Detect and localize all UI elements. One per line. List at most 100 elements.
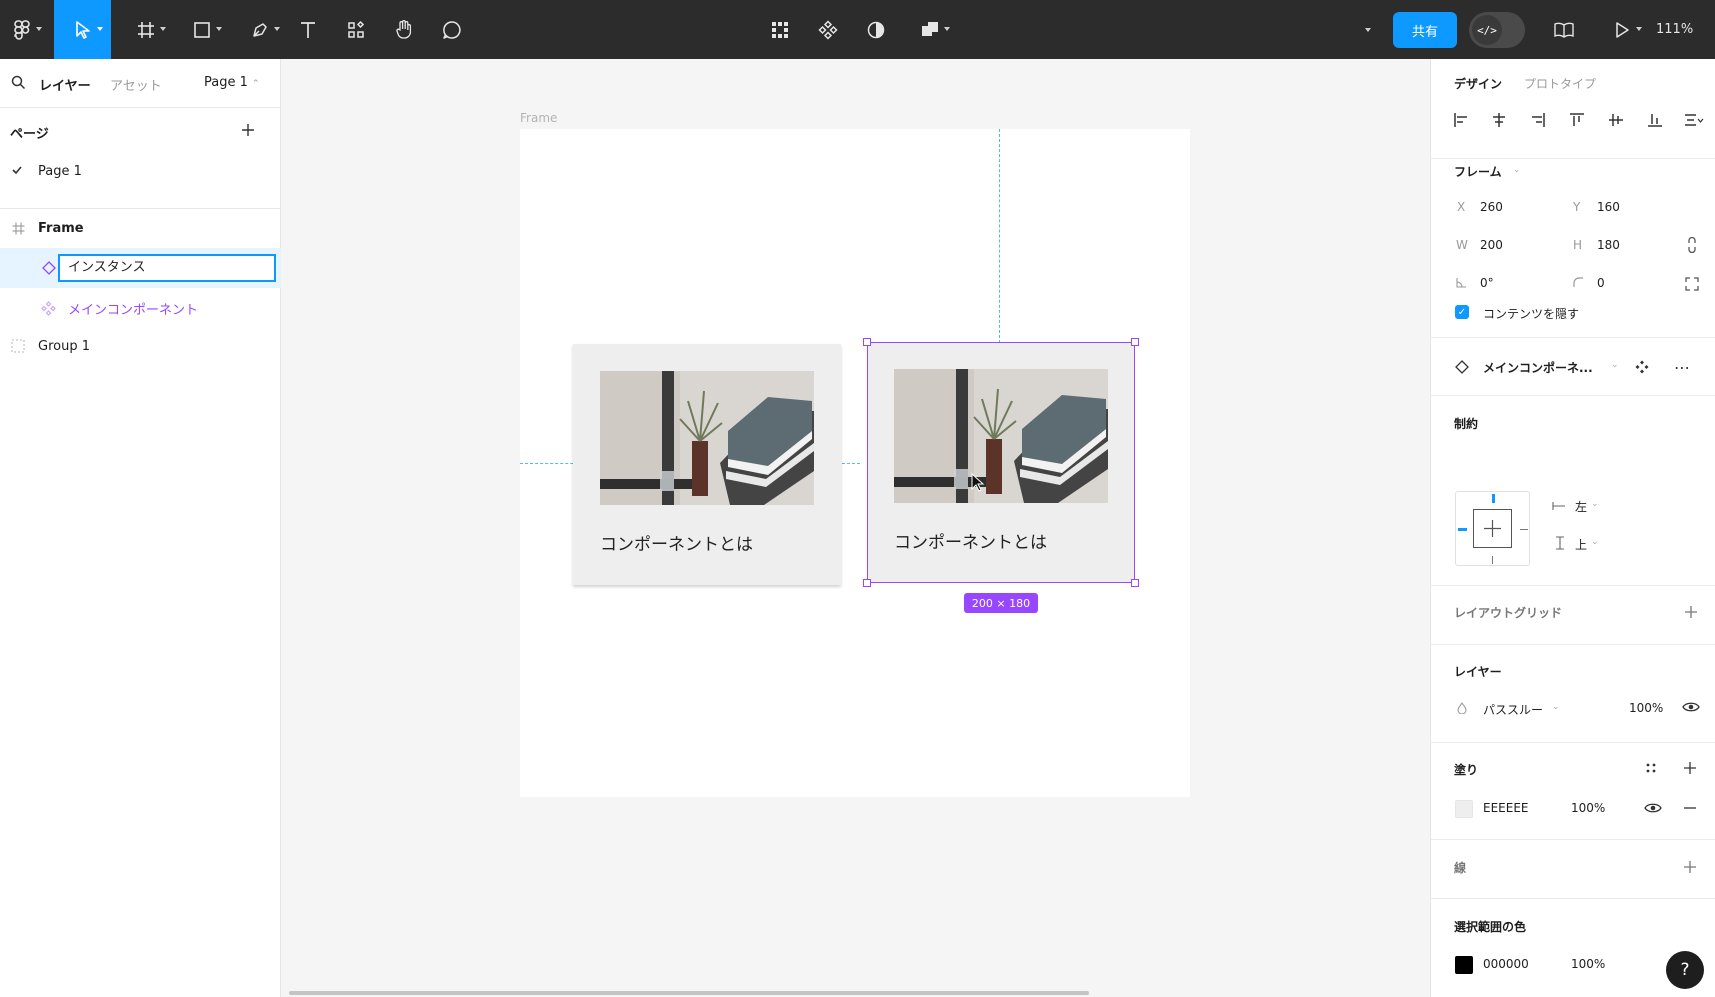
fill-opacity-input[interactable]: 100% bbox=[1571, 801, 1605, 815]
share-button[interactable]: 共有 bbox=[1393, 12, 1457, 48]
corner-radius-input[interactable]: 0 bbox=[1597, 276, 1605, 290]
layer-item-frame[interactable]: Frame bbox=[0, 209, 281, 247]
align-horizontal-center-icon[interactable] bbox=[1485, 105, 1513, 135]
main-menu-button[interactable] bbox=[0, 0, 44, 59]
independent-corners-icon[interactable] bbox=[1684, 275, 1700, 293]
zoom-level[interactable]: 111% bbox=[1656, 0, 1693, 59]
height-input[interactable]: 180 bbox=[1597, 238, 1620, 252]
horizontal-constraint-icon bbox=[1552, 500, 1566, 515]
page-item-page-1[interactable]: Page 1 bbox=[0, 152, 281, 190]
eye-icon[interactable] bbox=[1681, 699, 1701, 715]
move-tool-button[interactable] bbox=[54, 0, 111, 59]
y-label: Y bbox=[1573, 200, 1581, 214]
layer-opacity-input[interactable]: 100% bbox=[1629, 701, 1663, 715]
mouse-cursor-icon bbox=[971, 472, 985, 497]
fill-color-swatch[interactable] bbox=[1455, 800, 1473, 818]
grid-view-button[interactable] bbox=[764, 0, 796, 59]
horizontal-constraint-select[interactable]: 左 bbox=[1575, 498, 1587, 515]
comment-tool-button[interactable] bbox=[436, 0, 468, 59]
selection-color-opacity[interactable]: 100% bbox=[1571, 957, 1605, 971]
resources-button[interactable] bbox=[340, 0, 372, 59]
clip-content-checkbox[interactable]: ✓ bbox=[1455, 305, 1469, 319]
search-icon[interactable] bbox=[11, 75, 26, 94]
selection-color-swatch[interactable] bbox=[1455, 956, 1473, 974]
help-button[interactable]: ? bbox=[1666, 951, 1704, 989]
hand-tool-button[interactable] bbox=[388, 0, 420, 59]
width-input[interactable]: 200 bbox=[1480, 238, 1503, 252]
chevron-down-icon[interactable]: ⌄ bbox=[1611, 360, 1619, 370]
eye-icon[interactable] bbox=[1643, 800, 1663, 816]
design-canvas[interactable]: Frame コンポーネントとは コンポーネントとは 200 × 180 bbox=[281, 59, 1430, 997]
multiplayer-dropdown[interactable] bbox=[1356, 0, 1380, 59]
constraint-right-line[interactable] bbox=[1520, 529, 1528, 530]
layer-item-main-component[interactable]: メインコンポーネント bbox=[0, 289, 281, 327]
main-component-card[interactable]: コンポーネントとは bbox=[573, 344, 841, 585]
frame-icon bbox=[12, 222, 25, 239]
divider bbox=[0, 107, 281, 108]
constraint-bottom-line[interactable] bbox=[1492, 556, 1493, 564]
fill-hex-input[interactable]: EEEEEE bbox=[1483, 801, 1529, 815]
resize-handle-bottom-left[interactable] bbox=[863, 579, 871, 587]
layer-item-group-1[interactable]: Group 1 bbox=[0, 327, 281, 365]
constraint-top-line[interactable] bbox=[1492, 494, 1495, 503]
align-right-icon[interactable] bbox=[1524, 105, 1552, 135]
blend-mode-select[interactable]: パススルー bbox=[1483, 701, 1543, 718]
style-grid-icon[interactable] bbox=[1643, 760, 1659, 776]
constrain-proportions-icon[interactable] bbox=[1684, 236, 1700, 254]
layout-grid-title: レイアウトグリッド bbox=[1454, 606, 1563, 620]
tab-prototype[interactable]: プロトタイプ bbox=[1524, 75, 1596, 92]
vertical-constraint-select[interactable]: 上 bbox=[1575, 536, 1587, 553]
group-icon bbox=[11, 339, 25, 357]
add-fill-icon[interactable] bbox=[1682, 760, 1698, 776]
mask-button[interactable] bbox=[860, 0, 892, 59]
resize-handle-top-left[interactable] bbox=[863, 338, 871, 346]
layer-rename-input[interactable]: インスタンス bbox=[58, 254, 276, 282]
add-stroke-icon[interactable] bbox=[1682, 859, 1698, 875]
text-tool-button[interactable] bbox=[292, 0, 324, 59]
frame-section-title[interactable]: フレーム bbox=[1454, 163, 1502, 180]
align-left-icon[interactable] bbox=[1447, 105, 1475, 135]
boolean-groups-button[interactable] bbox=[908, 0, 952, 59]
resize-handle-bottom-right[interactable] bbox=[1131, 579, 1139, 587]
tab-design[interactable]: デザイン bbox=[1454, 75, 1502, 92]
go-to-main-component-icon[interactable] bbox=[1632, 357, 1652, 377]
distribute-icon[interactable] bbox=[1680, 105, 1708, 135]
divider bbox=[1431, 585, 1715, 586]
divider bbox=[1431, 644, 1715, 645]
card-photo bbox=[600, 371, 814, 505]
clip-content-label: コンテンツを隠す bbox=[1483, 307, 1580, 321]
chevron-down-icon bbox=[944, 27, 950, 31]
corner-radius-icon bbox=[1573, 277, 1584, 292]
layer-section-title: レイヤー bbox=[1454, 665, 1502, 679]
y-input[interactable]: 160 bbox=[1597, 200, 1620, 214]
dev-mode-toggle[interactable]: </> bbox=[1469, 12, 1525, 48]
resize-handle-top-right[interactable] bbox=[1131, 338, 1139, 346]
align-top-icon[interactable] bbox=[1563, 105, 1591, 135]
constraint-left-line[interactable] bbox=[1458, 528, 1467, 531]
create-component-button[interactable] bbox=[812, 0, 844, 59]
add-page-icon[interactable] bbox=[240, 122, 256, 142]
more-options-icon[interactable]: ⋯ bbox=[1670, 357, 1694, 377]
x-input[interactable]: 260 bbox=[1480, 200, 1503, 214]
tab-layers[interactable]: レイヤー bbox=[39, 75, 91, 94]
library-button[interactable] bbox=[1548, 0, 1580, 59]
frame-tool-button[interactable] bbox=[124, 0, 168, 59]
remove-fill-icon[interactable] bbox=[1682, 800, 1698, 816]
layer-item-label: メインコンポーネント bbox=[68, 302, 199, 318]
add-layout-grid-icon[interactable] bbox=[1683, 604, 1699, 620]
frame-label[interactable]: Frame bbox=[520, 111, 557, 125]
present-button[interactable] bbox=[1600, 0, 1644, 59]
selection-color-hex[interactable]: 000000 bbox=[1483, 957, 1529, 971]
align-vertical-center-icon[interactable] bbox=[1602, 105, 1630, 135]
component-name[interactable]: メインコンポーネ... bbox=[1483, 359, 1593, 376]
horizontal-scrollbar[interactable] bbox=[289, 991, 1089, 995]
align-bottom-icon[interactable] bbox=[1641, 105, 1669, 135]
pen-tool-button[interactable] bbox=[238, 0, 282, 59]
constraint-widget[interactable] bbox=[1455, 491, 1530, 566]
rotation-input[interactable]: 0° bbox=[1480, 276, 1494, 290]
chevron-down-icon bbox=[36, 27, 42, 31]
selection-box[interactable] bbox=[867, 342, 1135, 583]
page-selector[interactable]: Page 1 ⌃ bbox=[204, 75, 260, 90]
tab-assets[interactable]: アセット bbox=[110, 75, 162, 94]
shape-tool-button[interactable] bbox=[180, 0, 224, 59]
